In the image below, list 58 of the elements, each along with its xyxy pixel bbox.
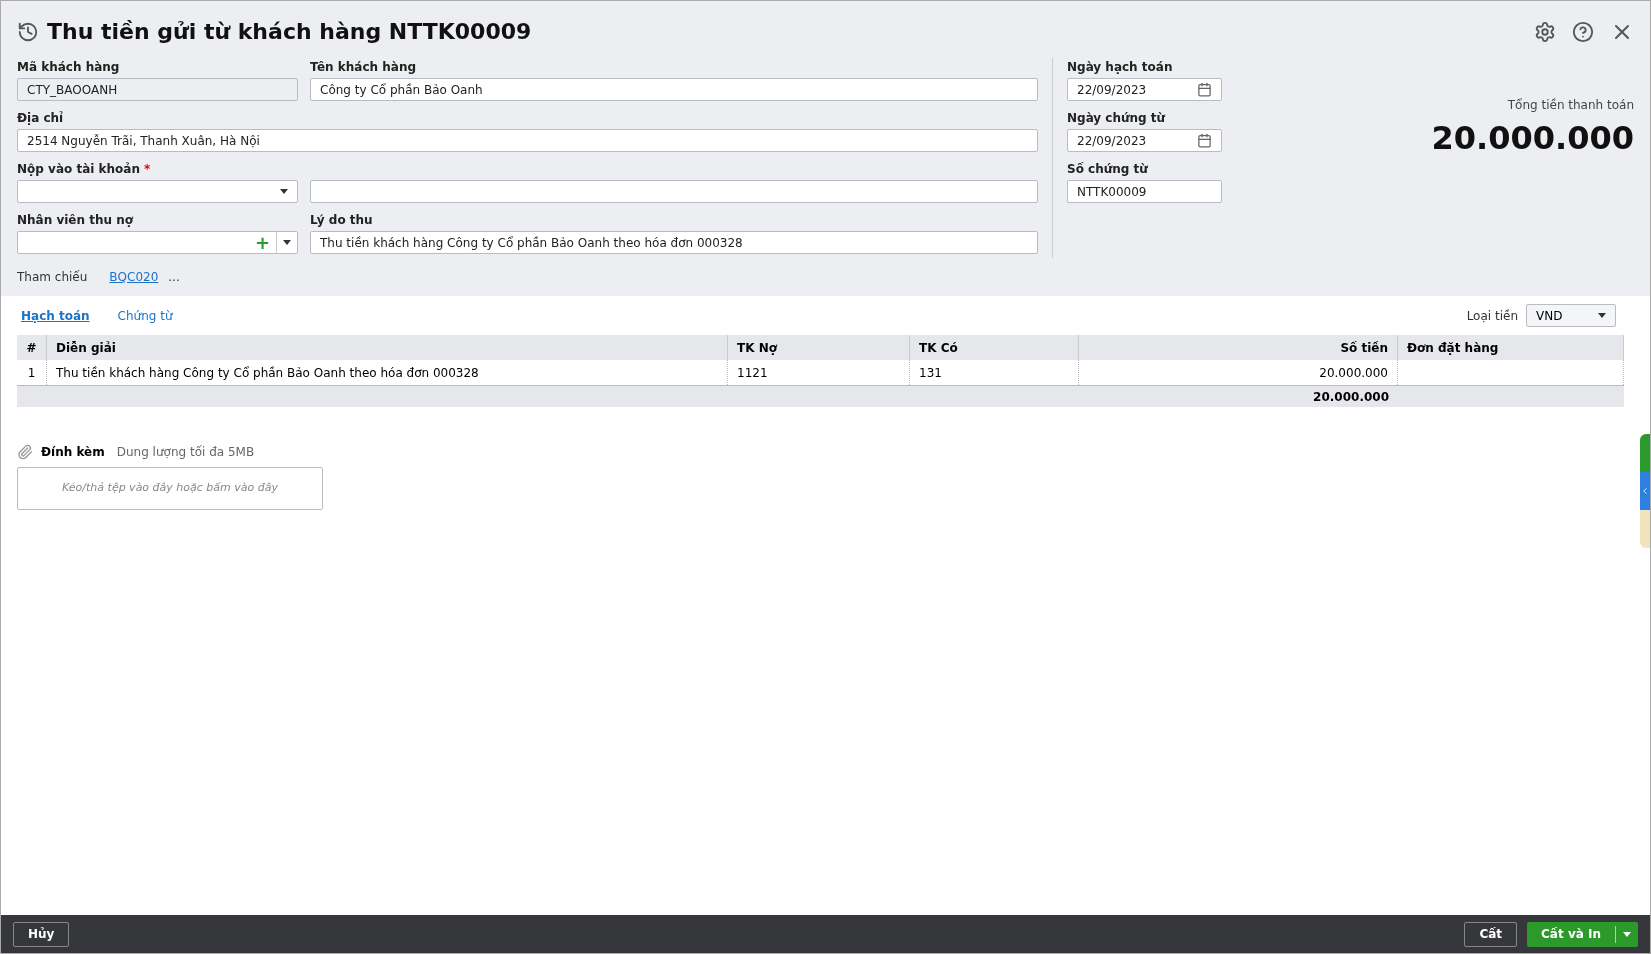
column-header: Đơn đặt hàng (1398, 335, 1624, 360)
total-amount: 20.000.000 (1431, 118, 1634, 159)
voucher-number-field[interactable]: NTTK00009 (1067, 180, 1222, 203)
caret-icon (280, 189, 288, 194)
paperclip-icon (17, 444, 33, 460)
field-label: Tên khách hàng (310, 59, 417, 76)
table-cell: 1 (17, 360, 47, 385)
save-print-button[interactable]: Cất và In (1527, 921, 1638, 947)
table-cell: 131 (910, 360, 1079, 385)
field-label: Nhân viên thu nợ (17, 212, 133, 229)
field-label: Ngày chứng từ (1067, 110, 1166, 127)
table-cell: 1121 (728, 360, 910, 385)
help-icon[interactable] (1572, 20, 1594, 43)
table-cell: Thu tiền khách hàng Công ty Cổ phần Bảo Oanh theo hóa đơn 000328 (47, 360, 728, 385)
caret-icon (283, 240, 291, 245)
field-label: Mã khách hàng (17, 59, 120, 76)
history-icon[interactable] (17, 20, 39, 43)
date-field[interactable]: 22/09/2023 (1067, 129, 1222, 152)
caret-icon (1598, 313, 1606, 318)
table-cell: 20.000.000 (1079, 360, 1398, 385)
file-dropzone[interactable]: Kéo/thả tệp vào đây hoặc bấm vào đây (17, 467, 323, 510)
reference-link[interactable]: BQC020 (109, 268, 159, 286)
field-label: Địa chỉ (17, 110, 64, 127)
save-button[interactable]: Cất (1464, 921, 1518, 947)
settings-icon[interactable] (1534, 20, 1556, 43)
currency-dropdown[interactable]: VND (1526, 304, 1616, 327)
add-icon[interactable]: + (248, 233, 276, 252)
column-header: Số tiền (1079, 335, 1398, 360)
attachment-hint: Dung lượng tối đa 5MB (116, 444, 255, 461)
column-header: Diễn giải (47, 335, 728, 360)
more-link[interactable]: ... (168, 268, 180, 286)
field-label: Ngày hạch toán (1067, 59, 1173, 76)
reason-field[interactable]: Thu tiền khách hàng Công ty Cổ phần Bảo Oanh theo hóa đơn 000328 (310, 231, 1038, 254)
column-header: # (17, 335, 47, 360)
address-field[interactable]: 2514 Nguyễn Trãi, Thanh Xuân, Hà Nội (17, 129, 1038, 152)
total-cell-text: 20.000.000 (1312, 388, 1390, 406)
calendar-icon[interactable] (1197, 82, 1212, 97)
account-name-field[interactable] (310, 180, 1038, 203)
cancel-button[interactable]: Hủy (13, 921, 70, 947)
attachment-label: Đính kèm (41, 444, 105, 461)
window-title: Thu tiền gửi từ khách hàng NTTK00009 (47, 18, 533, 46)
field-label: Số chứng từ (1067, 161, 1148, 178)
field-label: Nộp vào tài khoản (17, 161, 140, 178)
caret-icon (1623, 931, 1631, 937)
tab[interactable]: Chứng từ (117, 306, 173, 325)
currency-label: Loại tiền (1466, 307, 1518, 325)
customer-name-field[interactable]: Công ty Cổ phần Bảo Oanh (310, 78, 1038, 101)
collector-dropdown[interactable]: + (17, 231, 298, 254)
column-header: TK Có (910, 335, 1079, 360)
calendar-icon[interactable] (1197, 133, 1212, 148)
chevron-left-icon (1640, 486, 1650, 496)
total-label: Tổng tiền thanh toán (1507, 97, 1634, 114)
required-mark: * (143, 161, 151, 178)
reference-label: Tham chiếu (17, 269, 88, 286)
date-field[interactable]: 22/09/2023 (1067, 78, 1222, 101)
field-label: Lý do thu (310, 212, 373, 229)
column-header: TK Nợ (728, 335, 910, 360)
tab[interactable]: Hạch toán (21, 306, 90, 325)
